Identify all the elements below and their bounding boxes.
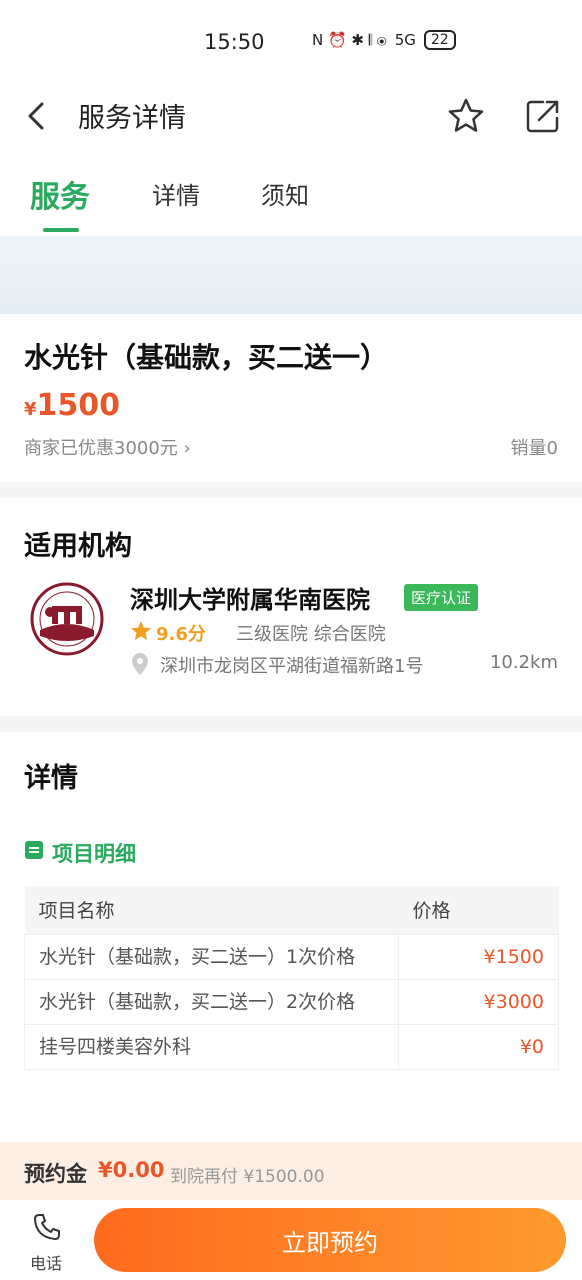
hospital-type: 三级医院 综合医院: [236, 624, 386, 645]
status-time: 15:50: [204, 30, 265, 54]
deposit-bar: 预约金 ¥0.00 到院再付 ¥1500.00: [0, 1142, 582, 1200]
system-icons: N ⏰ ✱ 𝄃 ⦿: [312, 31, 387, 49]
phone-icon[interactable]: [32, 1212, 62, 1242]
tab-details[interactable]: 详情: [152, 176, 200, 211]
institution-card: 适用机构 深圳大学附属华南医院 医疗认证 9.6分 三级医院 综合医院 深圳市龙…: [0, 498, 582, 716]
favorite-star-icon[interactable]: [446, 96, 486, 136]
table-header-price: 价格: [398, 886, 559, 934]
bottom-action-bar: 电话 立即预约: [0, 1200, 582, 1280]
row-item-name: 水光针（基础款，买二送一）1次价格: [24, 933, 399, 980]
hospital-distance: 10.2km: [489, 652, 558, 673]
deposit-amount: ¥0.00: [98, 1158, 165, 1182]
tab-notice[interactable]: 须知: [261, 176, 309, 211]
back-icon[interactable]: [22, 98, 54, 134]
institution-section-title: 适用机构: [24, 531, 132, 562]
product-card: 水光针（基础款，买二送一） ¥1500 商家已优惠3000元 › 销量0: [0, 314, 582, 482]
tab-active-indicator: [43, 228, 79, 232]
product-title: 水光针（基础款，买二送一）: [24, 341, 389, 374]
list-icon: [25, 841, 43, 859]
project-detail-title: 项目明细: [52, 842, 136, 866]
row-item-name: 挂号四楼美容外科: [24, 1023, 399, 1070]
tab-service[interactable]: 服务: [30, 172, 90, 216]
row-item-price: ¥3000: [398, 978, 559, 1025]
nav-bar: 服务详情: [0, 84, 582, 148]
product-price: ¥1500: [24, 388, 120, 423]
table-header-row: 项目名称 价格: [24, 886, 559, 934]
hospital-logo[interactable]: [30, 582, 104, 656]
table-row: 挂号四楼美容外科 ¥0: [24, 1023, 559, 1070]
page-title: 服务详情: [78, 103, 186, 134]
pay-at-hospital-note: 到院再付 ¥1500.00: [170, 1167, 325, 1187]
deposit-label: 预约金: [24, 1162, 87, 1186]
hospital-name[interactable]: 深圳大学附属华南医院: [130, 580, 370, 615]
table-header-name: 项目名称: [24, 886, 399, 934]
status-icons: N ⏰ ✱ 𝄃 ⦿ 5G 22: [312, 30, 456, 50]
medical-cert-badge: 医疗认证: [404, 584, 479, 611]
network-label: 5G: [394, 31, 416, 49]
hospital-rating: 9.6分: [156, 624, 206, 645]
detail-card: 详情 项目明细 项目名称 价格 水光针（基础款，买二送一）1次价格 ¥1500 …: [0, 732, 582, 1152]
status-bar: 15:50 N ⏰ ✱ 𝄃 ⦿ 5G 22: [0, 0, 582, 84]
row-item-price: ¥0: [398, 1023, 559, 1070]
table-row: 水光针（基础款，买二送一）1次价格 ¥1500: [24, 933, 559, 980]
location-pin-icon: [132, 653, 148, 675]
share-icon[interactable]: [523, 96, 563, 136]
product-banner: [0, 236, 582, 314]
rating-star-icon: [131, 621, 151, 640]
discount-link[interactable]: 商家已优惠3000元 ›: [24, 434, 191, 460]
price-currency: ¥: [24, 399, 37, 420]
row-item-price: ¥1500: [398, 933, 559, 980]
sales-count: 销量0: [510, 438, 558, 459]
row-item-name: 水光针（基础款，买二送一）2次价格: [24, 978, 399, 1025]
tab-bar: 服务 详情 须知: [0, 148, 582, 236]
hospital-address[interactable]: 深圳市龙岗区平湖街道福新路1号: [160, 652, 423, 678]
detail-section-title: 详情: [24, 763, 78, 794]
book-now-button[interactable]: 立即预约: [94, 1208, 566, 1272]
table-row: 水光针（基础款，买二送一）2次价格 ¥3000: [24, 978, 559, 1025]
price-value: 1500: [36, 388, 121, 423]
price-table: 项目名称 价格 水光针（基础款，买二送一）1次价格 ¥1500 水光针（基础款，…: [24, 886, 559, 1070]
battery-icon: 22: [423, 30, 456, 50]
phone-label[interactable]: 电话: [30, 1250, 62, 1274]
